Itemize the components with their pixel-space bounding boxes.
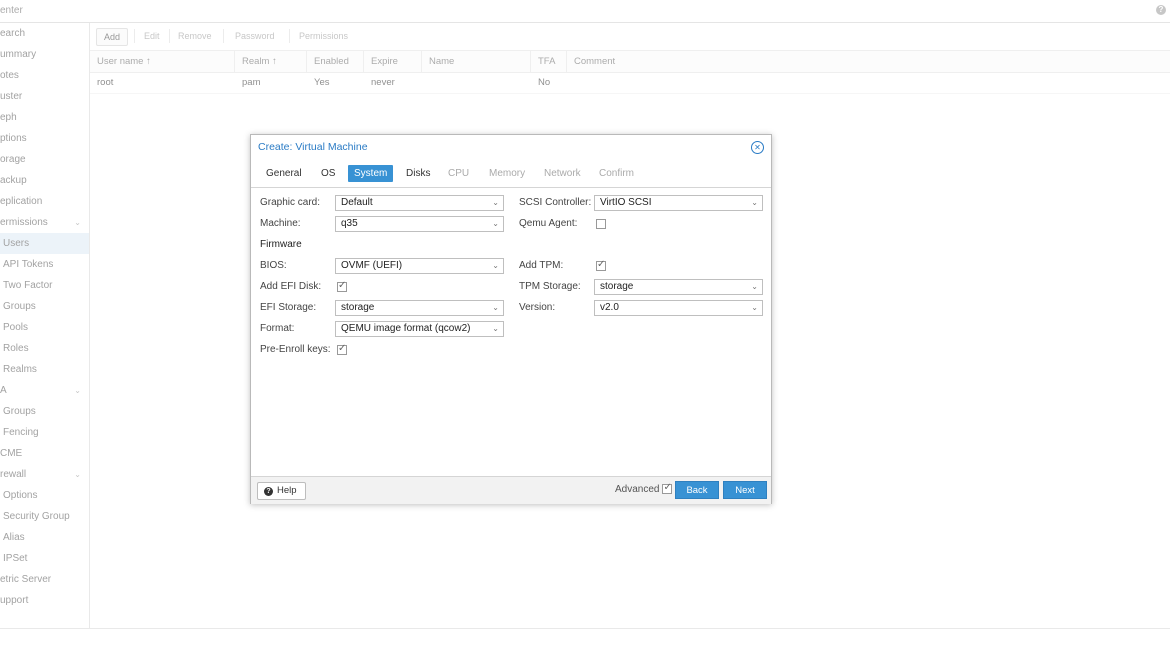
system-form: Graphic card: Default ⌄ Machine: q35 ⌄ F… — [251, 188, 771, 476]
tab-general[interactable]: General — [260, 165, 308, 182]
format-label: Format: — [260, 323, 295, 334]
version-value: v2.0 — [600, 302, 619, 313]
version-select[interactable]: v2.0 ⌄ — [594, 300, 763, 316]
chevron-down-icon[interactable]: ⌄ — [751, 196, 758, 210]
machine-label: Machine: — [260, 218, 301, 229]
qemu-agent-checkbox[interactable] — [596, 219, 606, 229]
graphic-card-label: Graphic card: — [260, 197, 321, 208]
tpm-storage-label: TPM Storage: — [519, 281, 581, 292]
graphic-card-value: Default — [341, 197, 373, 208]
wizard-tabs: General OS System Disks CPU Memory Netwo… — [251, 161, 771, 188]
chevron-down-icon[interactable]: ⌄ — [492, 217, 499, 231]
chevron-down-icon[interactable]: ⌄ — [492, 322, 499, 336]
bios-select[interactable]: OVMF (UEFI) ⌄ — [335, 258, 504, 274]
chevron-down-icon[interactable]: ⌄ — [492, 301, 499, 315]
bios-label: BIOS: — [260, 260, 287, 271]
chevron-down-icon[interactable]: ⌄ — [492, 196, 499, 210]
help-button-label: Help — [277, 485, 297, 496]
pre-enroll-keys-label: Pre-Enroll keys: — [260, 344, 331, 355]
advanced-toggle[interactable]: Advanced ✓ — [615, 482, 673, 498]
tab-confirm[interactable]: Confirm — [593, 165, 640, 182]
machine-select[interactable]: q35 ⌄ — [335, 216, 504, 232]
add-tpm-checkbox[interactable]: ✓ — [596, 259, 606, 271]
add-efi-disk-label: Add EFI Disk: — [260, 281, 322, 292]
advanced-checkbox[interactable]: ✓ — [662, 482, 673, 495]
help-button[interactable]: ? Help — [257, 482, 306, 500]
tab-memory[interactable]: Memory — [483, 165, 531, 182]
add-efi-disk-checkbox[interactable]: ✓ — [337, 280, 347, 292]
chevron-down-icon[interactable]: ⌄ — [492, 259, 499, 273]
tab-network[interactable]: Network — [538, 165, 587, 182]
check-icon: ✓ — [663, 482, 672, 494]
check-icon: ✓ — [597, 259, 606, 270]
chevron-down-icon[interactable]: ⌄ — [751, 301, 758, 315]
scsi-controller-label: SCSI Controller: — [519, 197, 592, 208]
tpm-storage-value: storage — [600, 281, 634, 292]
efi-storage-select[interactable]: storage ⌄ — [335, 300, 504, 316]
tab-os[interactable]: OS — [315, 165, 341, 182]
scsi-controller-select[interactable]: VirtIO SCSI ⌄ — [594, 195, 763, 211]
tab-cpu[interactable]: CPU — [442, 165, 475, 182]
chevron-down-icon[interactable]: ⌄ — [751, 280, 758, 294]
pre-enroll-keys-checkbox[interactable]: ✓ — [337, 343, 347, 355]
dialog-header: Create: Virtual Machine ✕ — [251, 135, 771, 161]
check-icon: ✓ — [338, 343, 347, 354]
qemu-agent-label: Qemu Agent: — [519, 218, 578, 229]
format-value: QEMU image format (qcow2) — [341, 323, 471, 334]
efi-storage-label: EFI Storage: — [260, 302, 317, 313]
advanced-label: Advanced — [615, 484, 660, 495]
efi-storage-value: storage — [341, 302, 375, 313]
add-tpm-label: Add TPM: — [519, 260, 564, 271]
bios-value: OVMF (UEFI) — [341, 260, 403, 271]
graphic-card-select[interactable]: Default ⌄ — [335, 195, 504, 211]
create-vm-dialog: Create: Virtual Machine ✕ General OS Sys… — [250, 134, 772, 504]
format-select[interactable]: QEMU image format (qcow2) ⌄ — [335, 321, 504, 337]
help-icon: ? — [264, 487, 273, 496]
tab-system[interactable]: System — [348, 165, 394, 182]
firmware-heading: Firmware — [260, 239, 302, 250]
machine-value: q35 — [341, 218, 358, 229]
tab-disks[interactable]: Disks — [400, 165, 436, 182]
next-button[interactable]: Next — [723, 481, 767, 499]
version-label: Version: — [519, 302, 556, 313]
scsi-controller-value: VirtIO SCSI — [600, 197, 652, 208]
dialog-title: Create: Virtual Machine — [258, 141, 368, 153]
dialog-footer: ? Help Advanced ✓ Back Next — [251, 476, 771, 504]
close-icon[interactable]: ✕ — [751, 141, 764, 154]
tpm-storage-select[interactable]: storage ⌄ — [594, 279, 763, 295]
back-button[interactable]: Back — [675, 481, 719, 499]
check-icon: ✓ — [338, 280, 347, 291]
